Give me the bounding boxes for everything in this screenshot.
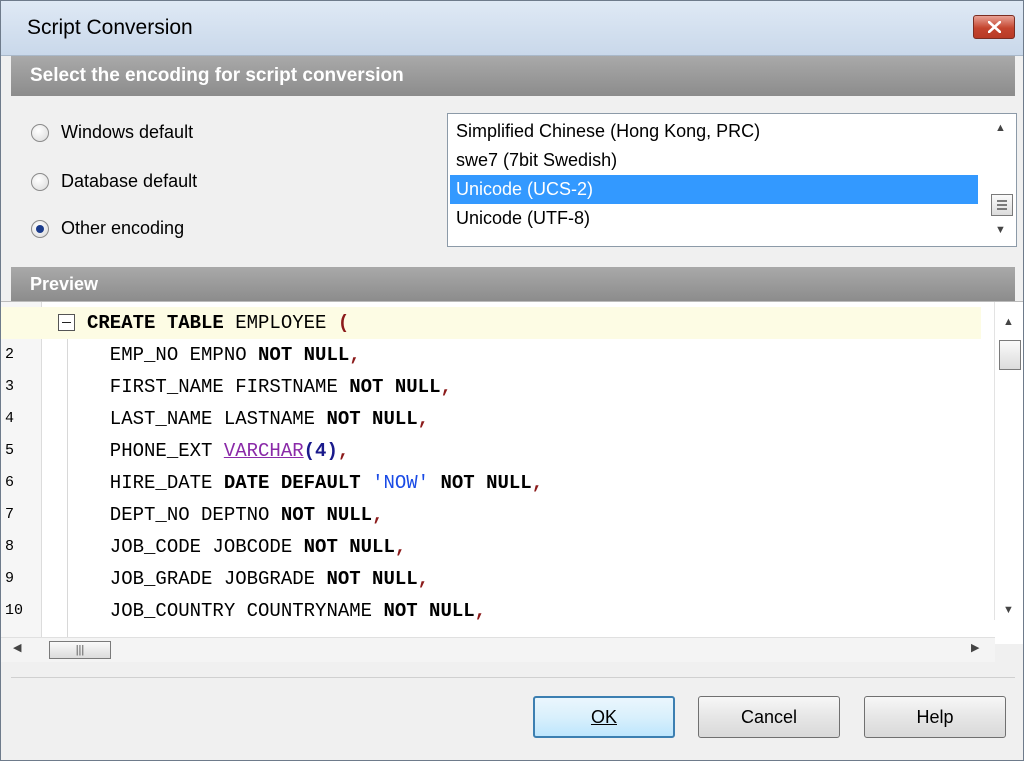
- code-line: CREATE TABLE EMPLOYEE (: [1, 307, 981, 339]
- code-line: 9 JOB_GRADE JOBGRADE NOT NULL,: [1, 563, 981, 595]
- footer-divider: [11, 677, 1015, 678]
- code-line: 8 JOB_CODE JOBCODE NOT NULL,: [1, 531, 981, 563]
- code-text: LAST_NAME LASTNAME NOT NULL,: [87, 408, 430, 430]
- scroll-right-icon[interactable]: ▶: [971, 641, 979, 654]
- code-text: EMP_NO EMPNO NOT NULL,: [87, 344, 361, 366]
- preview-vertical-scrollbar[interactable]: ▲ ▼: [994, 302, 1023, 620]
- cancel-button[interactable]: Cancel: [698, 696, 840, 738]
- help-button-label: Help: [916, 707, 954, 727]
- scroll-thumb[interactable]: |||: [49, 641, 111, 659]
- preview-section-header: Preview: [11, 267, 1015, 301]
- scroll-left-icon[interactable]: ◀: [13, 641, 21, 654]
- code-line: 6 HIRE_DATE DATE DEFAULT 'NOW' NOT NULL,: [1, 467, 981, 499]
- encoding-item[interactable]: swe7 (7bit Swedish): [450, 146, 978, 175]
- close-icon: [988, 21, 1001, 33]
- line-number: 9: [5, 570, 15, 587]
- code-text: JOB_GRADE JOBGRADE NOT NULL,: [87, 568, 430, 590]
- radio-button[interactable]: [31, 172, 49, 191]
- line-number: 5: [5, 442, 15, 459]
- code-line: 4 LAST_NAME LASTNAME NOT NULL,: [1, 403, 981, 435]
- grip-icon: [997, 200, 1007, 210]
- preview-editor[interactable]: CREATE TABLE EMPLOYEE ( 2 EMP_NO EMPNO N…: [1, 301, 1023, 644]
- help-button[interactable]: Help: [864, 696, 1006, 738]
- scroll-down-icon[interactable]: ▼: [995, 224, 1006, 236]
- line-number: 4: [5, 410, 15, 427]
- ok-button[interactable]: OK: [533, 696, 675, 738]
- encoding-section-header: Select the encoding for script conversio…: [11, 56, 1015, 96]
- radio-button[interactable]: [31, 123, 49, 142]
- radio-database-default[interactable]: Database default: [31, 171, 197, 192]
- encoding-item[interactable]: Simplified Chinese (Hong Kong, PRC): [450, 117, 978, 146]
- radio-label: Windows default: [61, 122, 194, 142]
- code-text: HIRE_DATE DATE DEFAULT 'NOW' NOT NULL,: [87, 472, 544, 494]
- script-conversion-dialog: Script Conversion Select the encoding fo…: [0, 0, 1024, 761]
- encoding-list[interactable]: Simplified Chinese (Hong Kong, PRC) swe7…: [447, 113, 1017, 247]
- encoding-item-selected[interactable]: Unicode (UCS-2): [450, 175, 978, 204]
- radio-windows-default[interactable]: Windows default: [31, 122, 193, 143]
- line-number: 7: [5, 506, 15, 523]
- line-number: 3: [5, 378, 15, 395]
- code-text: DEPT_NO DEPTNO NOT NULL,: [87, 504, 384, 526]
- code-text: JOB_COUNTRY COUNTRYNAME NOT NULL,: [87, 600, 487, 622]
- close-button[interactable]: [973, 15, 1015, 39]
- code-text: PHONE_EXT VARCHAR(4),: [87, 440, 350, 462]
- code-line: 5 PHONE_EXT VARCHAR(4),: [1, 435, 981, 467]
- radio-label: Database default: [61, 171, 198, 191]
- scroll-up-icon[interactable]: ▲: [995, 122, 1006, 134]
- scroll-down-icon[interactable]: ▼: [1003, 604, 1014, 616]
- fold-collapse-icon[interactable]: [58, 314, 75, 331]
- encoding-item[interactable]: Unicode (UTF-8): [450, 204, 978, 233]
- code-text: CREATE TABLE EMPLOYEE (: [87, 312, 350, 334]
- ok-button-label: OK: [590, 707, 617, 727]
- preview-horizontal-scrollbar[interactable]: ◀ ||| ▶: [1, 637, 995, 662]
- line-number: 10: [5, 602, 24, 619]
- line-number: 8: [5, 538, 15, 555]
- scroll-thumb[interactable]: [991, 194, 1013, 216]
- window-title: Script Conversion: [27, 16, 193, 39]
- encoding-list-scrollbar[interactable]: ▲ ▼: [986, 114, 1016, 246]
- radio-button-selected[interactable]: [31, 219, 49, 238]
- line-number: 2: [5, 346, 15, 363]
- code-line: 10 JOB_COUNTRY COUNTRYNAME NOT NULL,: [1, 595, 981, 627]
- code-text: JOB_CODE JOBCODE NOT NULL,: [87, 536, 407, 558]
- code-text: FIRST_NAME FIRSTNAME NOT NULL,: [87, 376, 452, 398]
- scroll-thumb[interactable]: [999, 340, 1021, 370]
- title-bar: Script Conversion: [1, 1, 1023, 56]
- line-number: 6: [5, 474, 15, 491]
- radio-label: Other encoding: [61, 218, 185, 238]
- cancel-button-label: Cancel: [740, 707, 798, 727]
- code-line: 7 DEPT_NO DEPTNO NOT NULL,: [1, 499, 981, 531]
- code-line: 2 EMP_NO EMPNO NOT NULL,: [1, 339, 981, 371]
- radio-other-encoding[interactable]: Other encoding: [31, 218, 184, 239]
- scroll-up-icon[interactable]: ▲: [1003, 316, 1014, 328]
- code-line: 3 FIRST_NAME FIRSTNAME NOT NULL,: [1, 371, 981, 403]
